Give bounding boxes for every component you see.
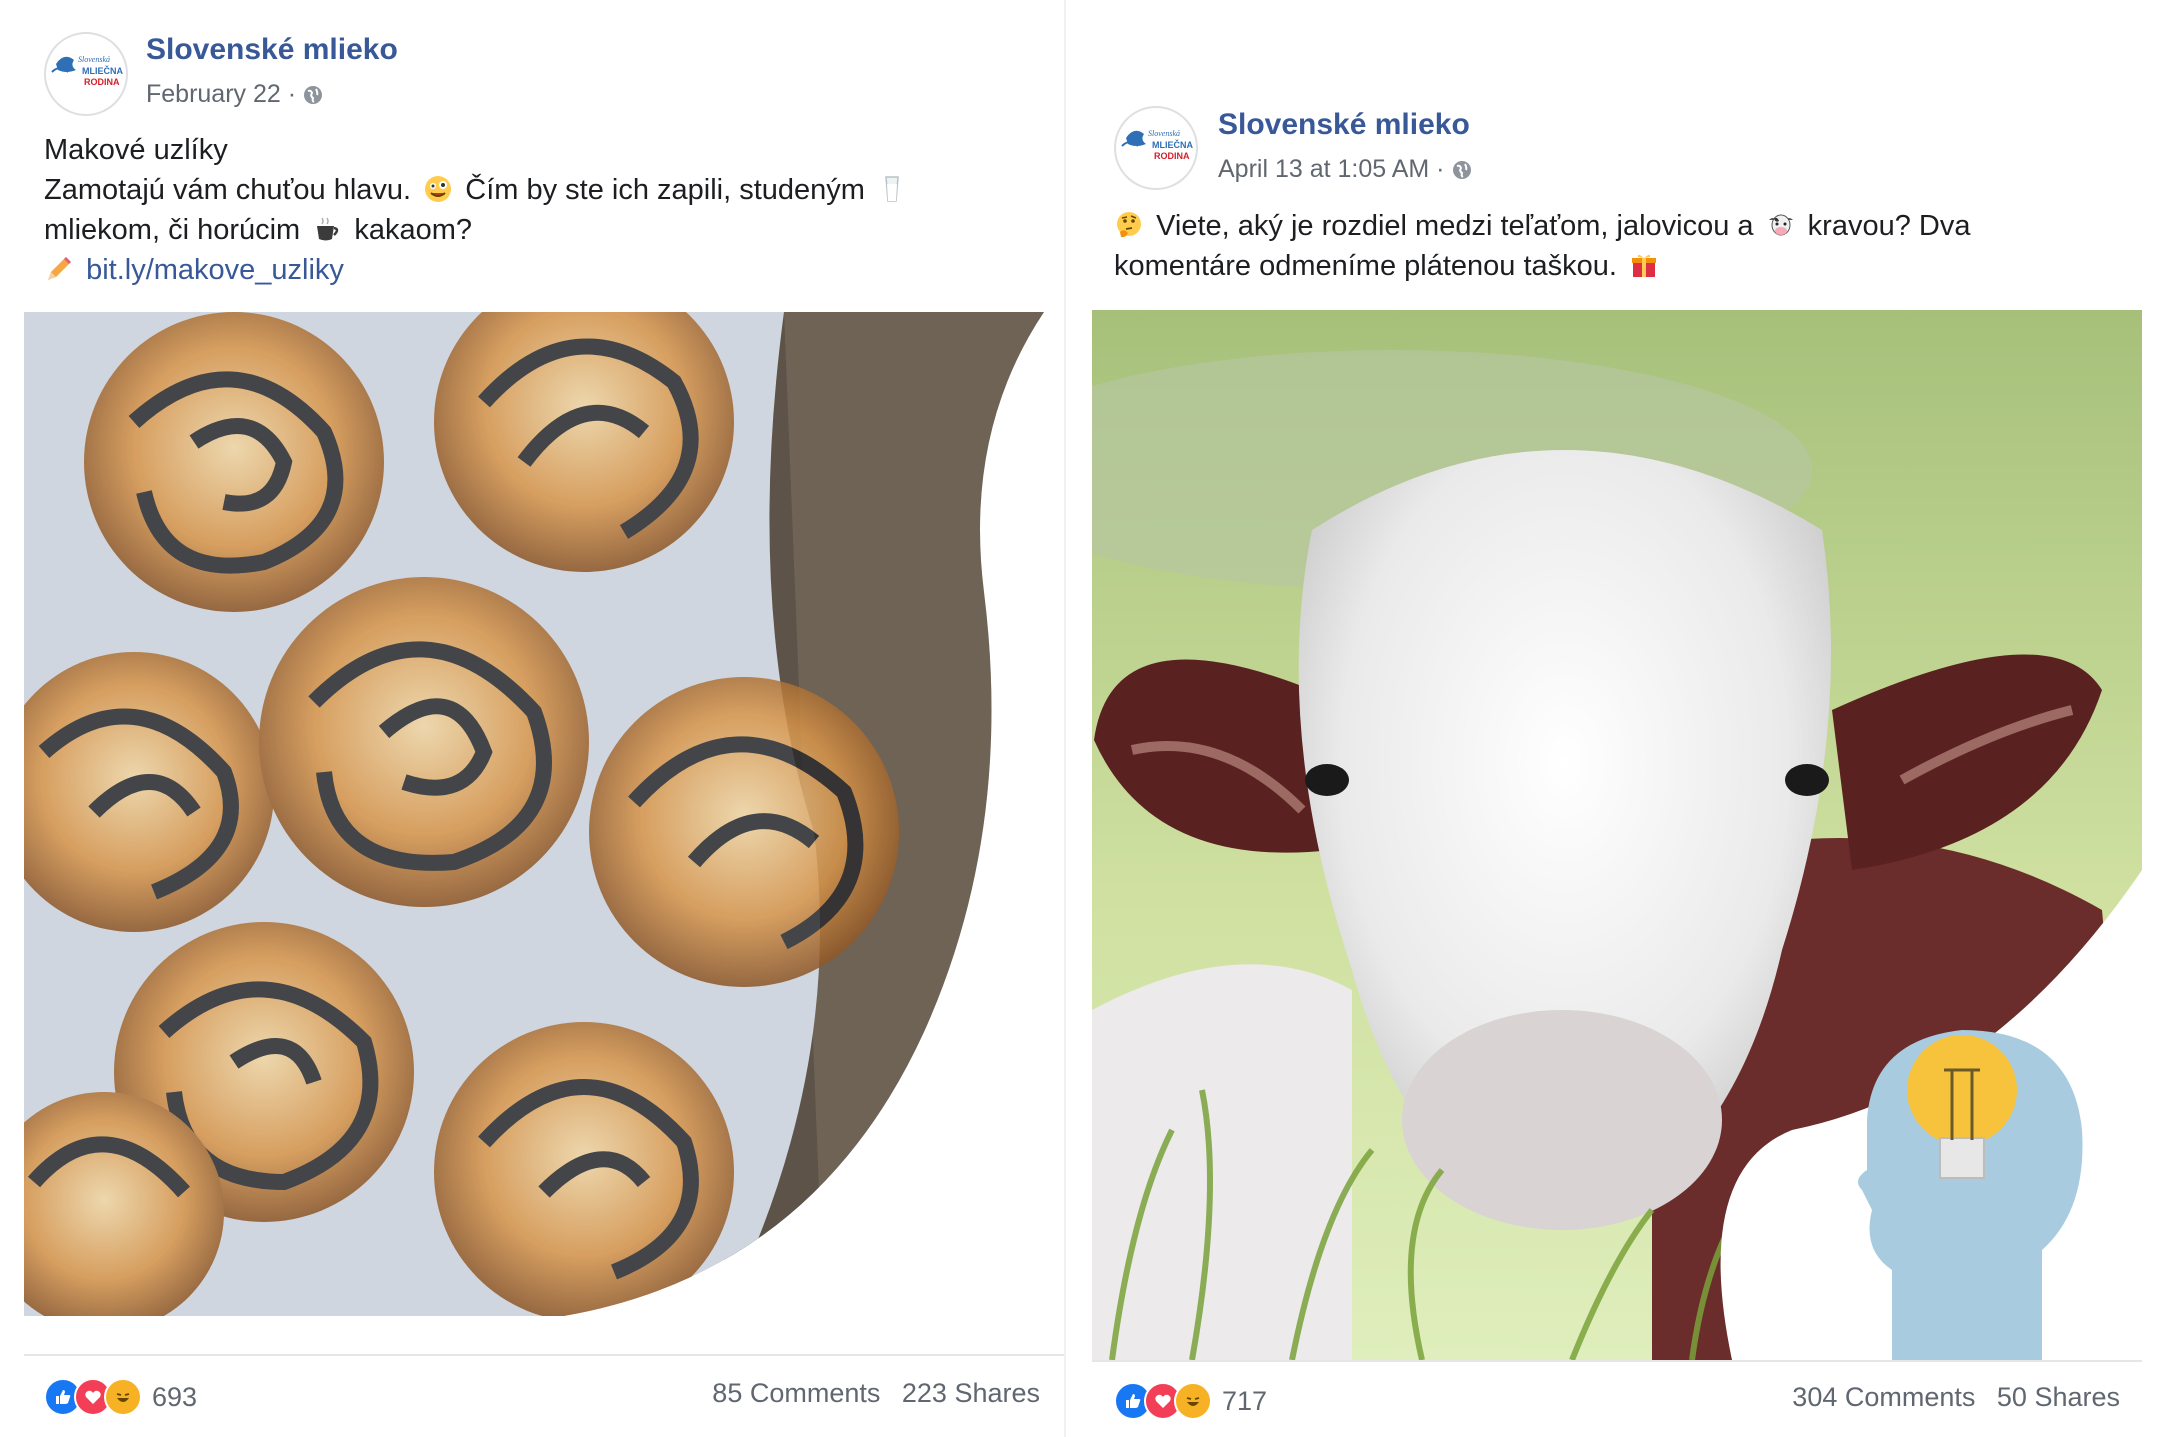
- haha-icon: [104, 1378, 142, 1416]
- thinking-face-emoji-icon: [1117, 212, 1141, 238]
- stats-separator: [1092, 1360, 2142, 1362]
- post-divider: [1064, 0, 1066, 1437]
- hot-beverage-emoji-icon: [317, 217, 339, 241]
- logo-text-mid: MLIEČNA: [1152, 139, 1193, 150]
- post-meta: April 13 at 1:05 AM ·: [1218, 155, 1473, 184]
- calf-in-grass-image: [1092, 310, 2142, 1360]
- reaction-icons: [44, 1378, 142, 1416]
- stats-separator: [24, 1354, 1064, 1356]
- post-text-line-2: komentáre odmeníme plátenou taškou.: [1114, 246, 1663, 286]
- post-link[interactable]: bit.ly/makove_uzliky: [86, 254, 344, 286]
- logo-text-bot: RODINA: [84, 77, 120, 87]
- page-logo: Slovenská MLIEČNA RODINA: [1121, 129, 1193, 161]
- comments-count-link[interactable]: 304 Comments: [1792, 1382, 1975, 1412]
- text-segment: kakaom?: [354, 214, 473, 246]
- gift-emoji-icon: [1632, 254, 1657, 277]
- reaction-icons: [1114, 1382, 1212, 1420]
- post-text-line-1: Makové uzlíky: [44, 134, 228, 166]
- logo-text-bot: RODINA: [1154, 151, 1190, 161]
- comments-count-link[interactable]: 85 Comments: [712, 1378, 880, 1408]
- text-segment: komentáre odmeníme plátenou taškou.: [1114, 250, 1617, 282]
- engagement-counts: 85 Comments 223 Shares: [698, 1378, 1040, 1409]
- milk-glass-emoji-icon: [885, 176, 899, 202]
- page-avatar[interactable]: Slovenská MLIEČNA RODINA: [44, 32, 128, 116]
- reactions-summary[interactable]: 693: [44, 1378, 197, 1416]
- page-name-link[interactable]: Slovenské mlieko: [146, 33, 398, 67]
- text-segment: Viete, aký je rozdiel medzi teľaťom, jal…: [1156, 210, 1754, 242]
- text-segment: kravou? Dva: [1807, 210, 1971, 242]
- page-name-link[interactable]: Slovenské mlieko: [1218, 108, 1470, 142]
- post-date[interactable]: February 22 ·: [146, 80, 296, 109]
- logo-text-top: Slovenská: [1148, 129, 1180, 138]
- post-text-line-1: Viete, aký je rozdiel medzi teľaťom, jal…: [1114, 206, 1970, 246]
- cow-face-emoji-icon: [1768, 214, 1793, 236]
- crazy-face-emoji-icon: [425, 176, 452, 202]
- post-date[interactable]: April 13 at 1:05 AM ·: [1218, 155, 1445, 184]
- globe-icon: [304, 85, 323, 104]
- post-text-line-4: bit.ly/makove_uzliky: [44, 250, 344, 290]
- pencil-emoji-icon: [48, 257, 71, 280]
- logo-text-mid: MLIEČNA: [82, 65, 123, 76]
- text-segment: mliekom, či horúcim: [44, 214, 301, 246]
- text-segment: Zamotajú vám chuťou hlavu.: [44, 174, 412, 206]
- reaction-count: 717: [1222, 1385, 1268, 1416]
- logo-text-top: Slovenská: [78, 55, 110, 64]
- engagement-counts: 304 Comments 50 Shares: [1778, 1382, 2120, 1413]
- haha-icon: [1174, 1382, 1212, 1420]
- shares-count-link[interactable]: 223 Shares: [902, 1378, 1040, 1408]
- reaction-count: 693: [152, 1381, 198, 1412]
- post-text-line-2: Zamotajú vám chuťou hlavu. Čím by ste ic…: [44, 170, 911, 210]
- poppy-seed-buns-image: [24, 312, 1044, 1316]
- post-meta: February 22 ·: [146, 80, 324, 109]
- globe-icon: [1452, 160, 1471, 179]
- page-logo: Slovenská MLIEČNA RODINA: [51, 55, 123, 87]
- post-text-line-3: mliekom, či horúcim kakaom?: [44, 210, 472, 250]
- post-cow-question: Slovenská MLIEČNA RODINA Slovenské mliek…: [1074, 0, 2160, 1437]
- text-segment: Čím by ste ich zapili, studeným: [465, 174, 865, 206]
- reactions-summary[interactable]: 717: [1114, 1382, 1267, 1420]
- post-photo-poppy-seed-buns[interactable]: [24, 312, 1064, 1316]
- page-avatar[interactable]: Slovenská MLIEČNA RODINA: [1114, 106, 1198, 190]
- post-makove-uzliky: Slovenská MLIEČNA RODINA Slovenské mliek…: [0, 0, 1064, 1437]
- post-photo-calf[interactable]: [1092, 310, 2142, 1360]
- shares-count-link[interactable]: 50 Shares: [1997, 1382, 2120, 1412]
